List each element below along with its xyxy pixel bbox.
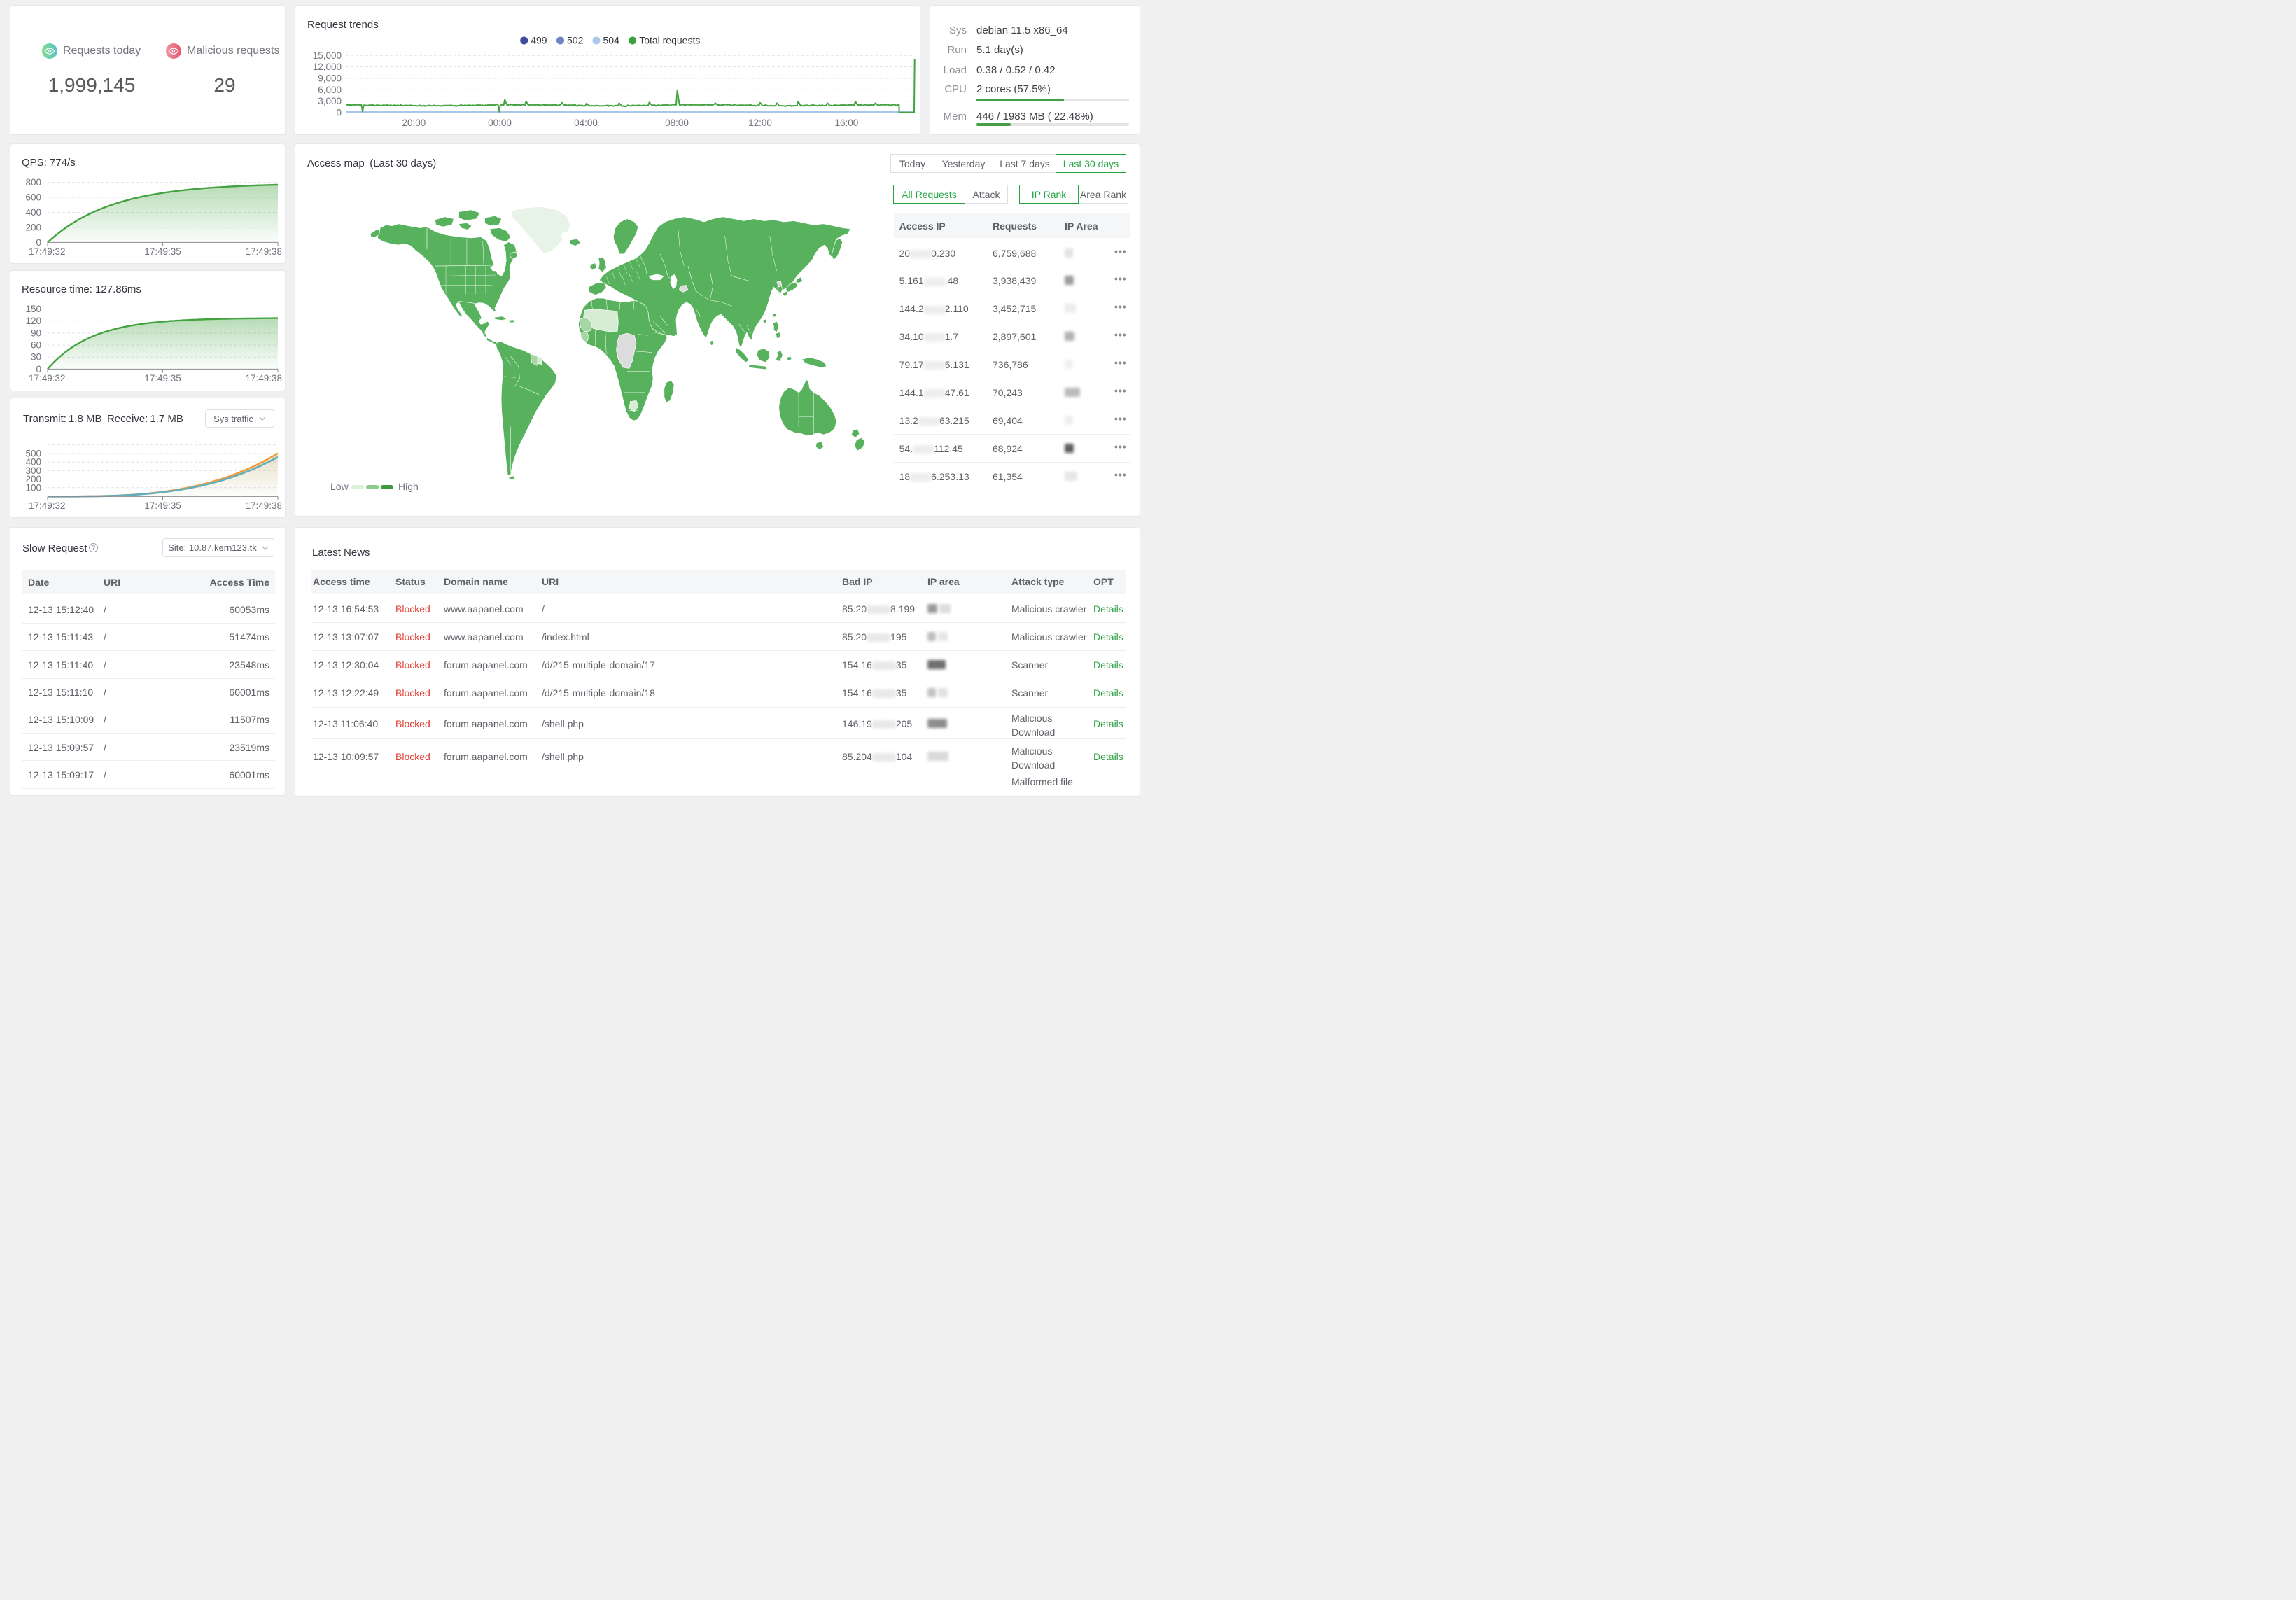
- svg-text:60: 60: [31, 340, 41, 351]
- svg-text:504: 504: [603, 35, 620, 46]
- svg-text:100: 100: [25, 482, 41, 493]
- svg-text:17:49:32: 17:49:32: [29, 500, 66, 511]
- svg-text:30: 30: [31, 352, 41, 363]
- svg-text:12,000: 12,000: [313, 62, 342, 72]
- svg-text:90: 90: [31, 328, 41, 338]
- svg-text:600: 600: [25, 192, 41, 203]
- svg-text:200: 200: [25, 222, 41, 232]
- svg-text:17:49:38: 17:49:38: [245, 373, 282, 384]
- svg-text:04:00: 04:00: [574, 118, 598, 128]
- svg-text:17:49:32: 17:49:32: [29, 373, 66, 384]
- svg-text:3,000: 3,000: [318, 96, 342, 106]
- svg-text:17:49:38: 17:49:38: [245, 246, 282, 257]
- svg-text:12:00: 12:00: [748, 118, 772, 128]
- svg-text:17:49:35: 17:49:35: [144, 373, 181, 384]
- svg-text:08:00: 08:00: [665, 118, 689, 128]
- svg-text:17:49:38: 17:49:38: [245, 500, 282, 511]
- svg-text:9,000: 9,000: [318, 73, 342, 84]
- svg-text:502: 502: [567, 35, 584, 46]
- svg-text:400: 400: [25, 207, 41, 218]
- svg-text:120: 120: [25, 316, 41, 326]
- svg-text:150: 150: [25, 304, 41, 314]
- svg-text:17:49:35: 17:49:35: [144, 246, 181, 257]
- svg-text:Total requests: Total requests: [639, 35, 700, 46]
- svg-text:17:49:32: 17:49:32: [29, 246, 66, 257]
- svg-text:15,000: 15,000: [313, 50, 342, 61]
- svg-text:00:00: 00:00: [488, 118, 512, 128]
- svg-text:20:00: 20:00: [402, 118, 426, 128]
- svg-text:800: 800: [25, 177, 41, 188]
- svg-text:16:00: 16:00: [835, 118, 859, 128]
- svg-text:17:49:35: 17:49:35: [144, 500, 181, 511]
- svg-text:499: 499: [531, 35, 547, 46]
- svg-text:6,000: 6,000: [318, 85, 342, 95]
- svg-text:0: 0: [336, 108, 342, 118]
